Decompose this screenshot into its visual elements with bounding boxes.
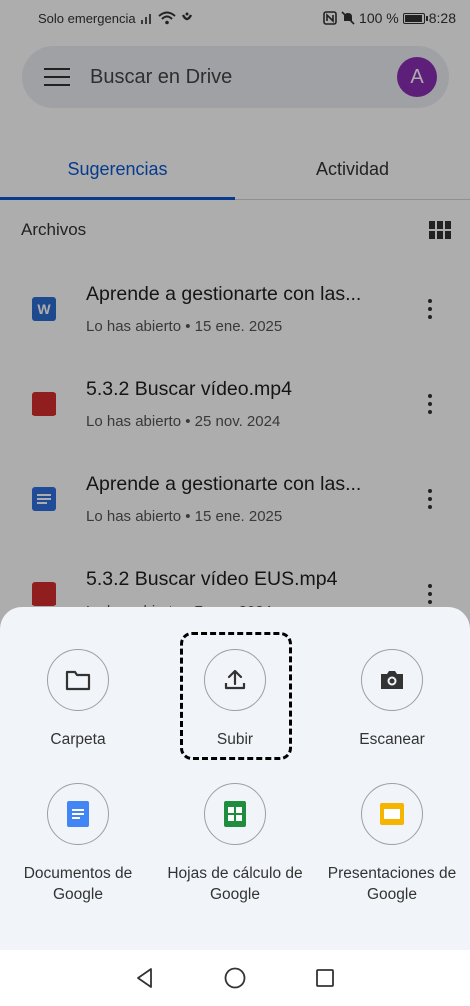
highlight-box [180,632,292,760]
back-icon[interactable] [134,967,156,989]
google-slides-label: Presentaciones de Google [327,865,457,903]
folder-button[interactable]: Carpeta [0,649,156,750]
google-slides-icon [361,783,423,845]
home-icon[interactable] [223,966,247,990]
folder-label: Carpeta [50,731,106,748]
google-docs-label: Documentos de Google [23,865,133,903]
camera-icon [361,649,423,711]
google-docs-icon [47,783,109,845]
google-sheets-button[interactable]: Hojas de cálculo de Google [157,783,313,905]
folder-icon [47,649,109,711]
scan-label: Escanear [359,731,425,748]
google-sheets-label: Hojas de cálculo de Google [167,865,303,903]
google-slides-button[interactable]: Presentaciones de Google [314,783,470,905]
system-nav-bar [0,950,470,1006]
google-sheets-icon [204,783,266,845]
google-docs-button[interactable]: Documentos de Google [0,783,156,905]
recents-icon[interactable] [314,967,336,989]
scan-button[interactable]: Escanear [314,649,470,750]
